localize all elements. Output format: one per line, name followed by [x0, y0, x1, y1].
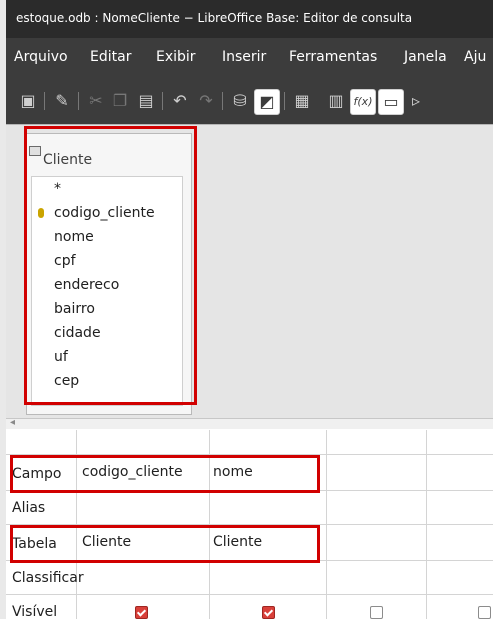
save-icon[interactable]: ▣ — [16, 89, 40, 113]
highlight-table-window — [24, 126, 197, 405]
highlight-tabela-row — [10, 525, 320, 563]
menu-inserir[interactable]: Inserir — [222, 49, 266, 65]
visible-checkbox[interactable] — [478, 606, 491, 619]
edit-design-icon[interactable]: ✎ — [50, 89, 74, 113]
row-label-alias: Alias — [12, 500, 46, 516]
toggle-design-icon[interactable]: ◩ — [254, 89, 280, 115]
redo-icon[interactable]: ↷ — [194, 89, 218, 113]
distinct-icon[interactable]: ▹ — [404, 89, 428, 113]
paste-icon[interactable]: ▤ — [134, 89, 158, 113]
toolbar-separator — [162, 92, 163, 110]
toolbar-separator — [222, 92, 223, 110]
cut-icon[interactable]: ✂ — [84, 89, 108, 113]
visible-checkbox[interactable] — [370, 606, 383, 619]
run-query-icon[interactable]: ⛁ — [228, 89, 252, 113]
add-table-icon[interactable]: ▦ — [290, 89, 314, 113]
row-label-visivel: Visível — [12, 604, 58, 620]
functions-icon[interactable]: f(x) — [350, 89, 376, 115]
toolbar: ▣ ✎ ✂ ❐ ▤ ↶ ↷ ⛁ ◩ ▦ ▥ f(x) ▭ ▹ — [6, 78, 493, 124]
visible-checkbox[interactable] — [262, 606, 275, 619]
highlight-campo-row — [10, 455, 320, 493]
menu-bar: Arquivo Editar Exibir Inserir Ferramenta… — [6, 38, 493, 78]
menu-arquivo[interactable]: Arquivo — [14, 49, 68, 65]
menu-editar[interactable]: Editar — [90, 49, 131, 65]
undo-icon[interactable]: ↶ — [168, 89, 192, 113]
table-name-icon[interactable]: ▥ — [324, 89, 348, 113]
toolbar-separator — [44, 92, 45, 110]
menu-exibir[interactable]: Exibir — [156, 49, 196, 65]
alias-icon[interactable]: ▭ — [378, 89, 404, 115]
grid-row-divider — [6, 594, 493, 595]
visible-checkbox[interactable] — [135, 606, 148, 619]
horizontal-scrollbar[interactable]: ◂ — [6, 417, 493, 429]
copy-icon[interactable]: ❐ — [108, 89, 132, 113]
window-title: estoque.odb : NomeCliente − LibreOffice … — [16, 11, 413, 25]
menu-ajuda[interactable]: Aju — [464, 49, 486, 65]
scroll-left-icon[interactable]: ◂ — [10, 417, 15, 428]
toolbar-separator — [284, 92, 285, 110]
menu-janela[interactable]: Janela — [404, 49, 447, 65]
query-editor-window: estoque.odb : NomeCliente − LibreOffice … — [0, 0, 493, 620]
row-label-classificar: Classificar — [12, 570, 84, 586]
title-bar: estoque.odb : NomeCliente − LibreOffice … — [6, 0, 493, 38]
menu-ferramentas[interactable]: Ferramentas — [289, 49, 377, 65]
toolbar-separator — [78, 92, 79, 110]
